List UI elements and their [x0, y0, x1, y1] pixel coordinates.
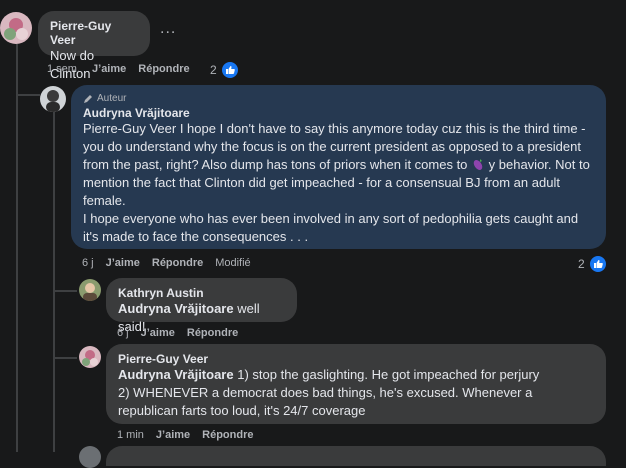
comment-bubble: Kathryn Austin Audryna Vrăjitoare well s…: [106, 278, 297, 334]
comment-time[interactable]: 1 min: [117, 429, 144, 441]
comment-time[interactable]: 6 j: [117, 327, 129, 339]
pencil-icon: [84, 94, 92, 103]
thumbs-up-icon: [587, 254, 608, 274]
mention-link[interactable]: Audryna Vrăjitoare: [118, 301, 234, 316]
comment-bubble: Pierre-Guy Veer Now do Clinton: [38, 11, 150, 81]
reaction-count-value: 2: [210, 63, 217, 77]
avatar[interactable]: [79, 446, 101, 468]
thumbs-up-icon: [219, 60, 240, 80]
author-badge-label: Auteur: [97, 93, 127, 104]
comment-author[interactable]: Kathryn Austin: [118, 286, 285, 300]
reply-button: Répondre: [151, 257, 204, 269]
comment-actions: 6 j J’aime Répondre: [117, 327, 238, 339]
reaction-count[interactable]: 2: [578, 254, 608, 274]
thread-line-branch: [16, 94, 40, 96]
reply-button[interactable]: Répondre: [138, 63, 189, 75]
comment-time[interactable]: 6 j: [82, 257, 94, 269]
like-button[interactable]: J’aime: [92, 63, 126, 75]
comment-actions: 6 j J’aime Répondre Modifié: [82, 257, 251, 269]
reaction-count-value: 2: [578, 257, 585, 271]
comment-text: Pierre-Guy Veer I hope I don't have to s…: [83, 120, 594, 246]
comment-author[interactable]: Pierre-Guy Veer: [50, 19, 138, 47]
thread-line-reply: [53, 112, 55, 452]
comment-text: Audryna Vrăjitoare 1) stop the gaslighti…: [118, 366, 594, 420]
avatar[interactable]: [79, 346, 101, 368]
thread-line-main: [16, 44, 18, 452]
comment-bubble-author: Auteur Audryna Vrăjitoare Pierre-Guy Vee…: [71, 85, 606, 249]
reply-button[interactable]: Répondre: [202, 429, 253, 441]
comment-bubble: Pierre-Guy Veer Audryna Vrăjitoare 1) st…: [106, 344, 606, 424]
mention-link[interactable]: Audryna Vrăjitoare: [118, 367, 234, 382]
avatar[interactable]: [40, 86, 66, 112]
comment-author[interactable]: Audryna Vrăjitoare: [83, 106, 594, 120]
like-button[interactable]: J’aime: [106, 257, 140, 269]
edited-label[interactable]: Modifié: [215, 257, 250, 269]
author-badge: Auteur: [83, 93, 594, 104]
avatar[interactable]: [79, 279, 101, 301]
reaction-count[interactable]: 2: [210, 60, 240, 80]
avatar[interactable]: [0, 12, 32, 44]
eggplant-icon: [473, 159, 483, 170]
more-options-icon[interactable]: ...: [160, 20, 176, 38]
comment-actions: 1 sem. J’aime Répondre: [47, 63, 190, 75]
thread-line-reply-branch-1: [53, 290, 77, 292]
comment-bubble: [106, 446, 606, 466]
like-button[interactable]: J’aime: [141, 327, 175, 339]
thread-line-reply-branch-2: [53, 357, 77, 359]
reply-button[interactable]: Répondre: [187, 327, 238, 339]
like-button[interactable]: J’aime: [156, 429, 190, 441]
comment-actions: 1 min J’aime Répondre: [117, 429, 254, 441]
comment-time[interactable]: 1 sem.: [47, 63, 80, 75]
comment-author[interactable]: Pierre-Guy Veer: [118, 352, 594, 366]
